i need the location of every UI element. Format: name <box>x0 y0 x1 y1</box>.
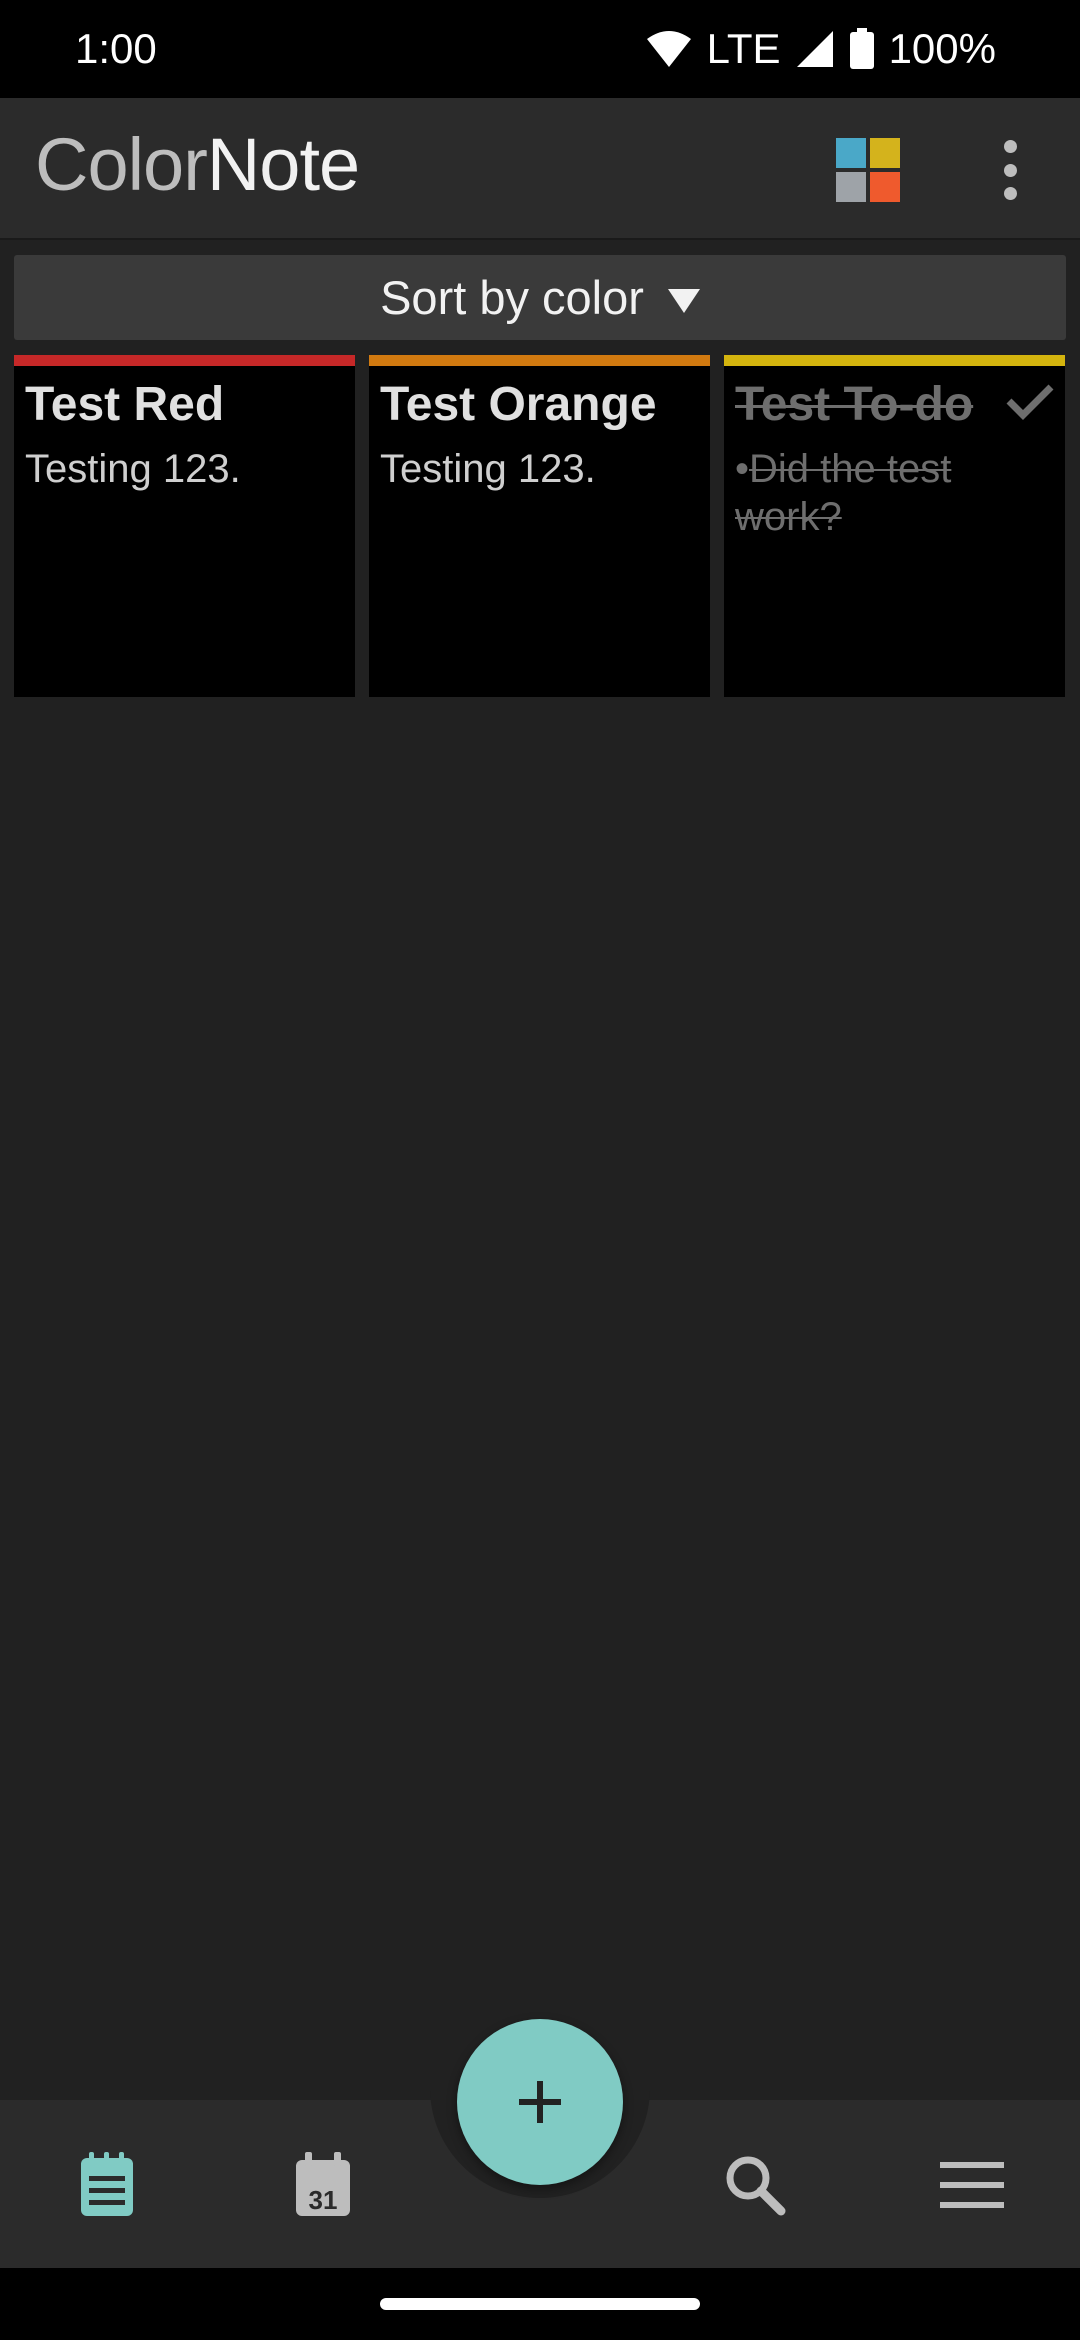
note-color-stripe <box>369 355 710 366</box>
checklist-item-text: Did the test work? <box>735 447 952 539</box>
app-bar: ColorNote <box>0 98 1080 240</box>
home-gesture-handle[interactable] <box>380 2298 700 2310</box>
search-icon[interactable] <box>720 2150 790 2220</box>
note-bullet: • <box>735 447 750 491</box>
sort-dropdown[interactable]: Sort by color <box>14 255 1066 340</box>
add-icon <box>519 2081 561 2123</box>
dropdown-arrow-icon <box>667 288 700 313</box>
color-swatch-gray <box>836 172 866 202</box>
calendar-icon[interactable]: 31 <box>288 2150 358 2220</box>
note-title: Test Orange <box>380 378 657 431</box>
cell-signal-icon <box>795 29 835 69</box>
note-title: Test Red <box>25 378 225 431</box>
battery-percent: 100% <box>888 25 996 72</box>
menu-icon[interactable] <box>937 2150 1007 2220</box>
status-icons: LTE 100% <box>645 25 996 73</box>
sort-label: Sort by color <box>380 271 644 324</box>
screen: 1:00 LTE 100% ColorNote Sort by color Te… <box>0 0 1080 2340</box>
more-vert-icon[interactable] <box>990 140 1030 200</box>
note-body: Testing 123. <box>25 447 241 491</box>
check-icon <box>1006 384 1054 420</box>
logo-note-text: Note <box>206 123 360 206</box>
add-note-button[interactable] <box>457 2019 623 2185</box>
color-swatch-orange <box>870 172 900 202</box>
app-logo: ColorNote <box>35 128 360 202</box>
note-body: Testing 123. <box>380 447 596 491</box>
wifi-icon <box>645 29 693 69</box>
network-type: LTE <box>706 25 781 72</box>
color-filter-button[interactable] <box>836 138 900 202</box>
note-body: •Did the test work? <box>735 445 1055 541</box>
color-swatch-yellow <box>870 138 900 168</box>
battery-icon <box>849 28 875 70</box>
calendar-date-label: 31 <box>309 2185 338 2215</box>
notes-icon[interactable] <box>72 2150 142 2220</box>
logo-color-text: Color <box>35 123 208 206</box>
color-swatch-blue <box>836 138 866 168</box>
status-time: 1:00 <box>75 25 157 72</box>
note-card-red[interactable]: Test Red Testing 123. <box>14 355 355 697</box>
note-card-orange[interactable]: Test Orange Testing 123. <box>369 355 710 697</box>
note-color-stripe <box>14 355 355 366</box>
note-color-stripe <box>724 355 1065 366</box>
note-card-todo[interactable]: Test To-do •Did the test work? <box>724 355 1065 697</box>
status-bar: 1:00 LTE 100% <box>0 0 1080 98</box>
